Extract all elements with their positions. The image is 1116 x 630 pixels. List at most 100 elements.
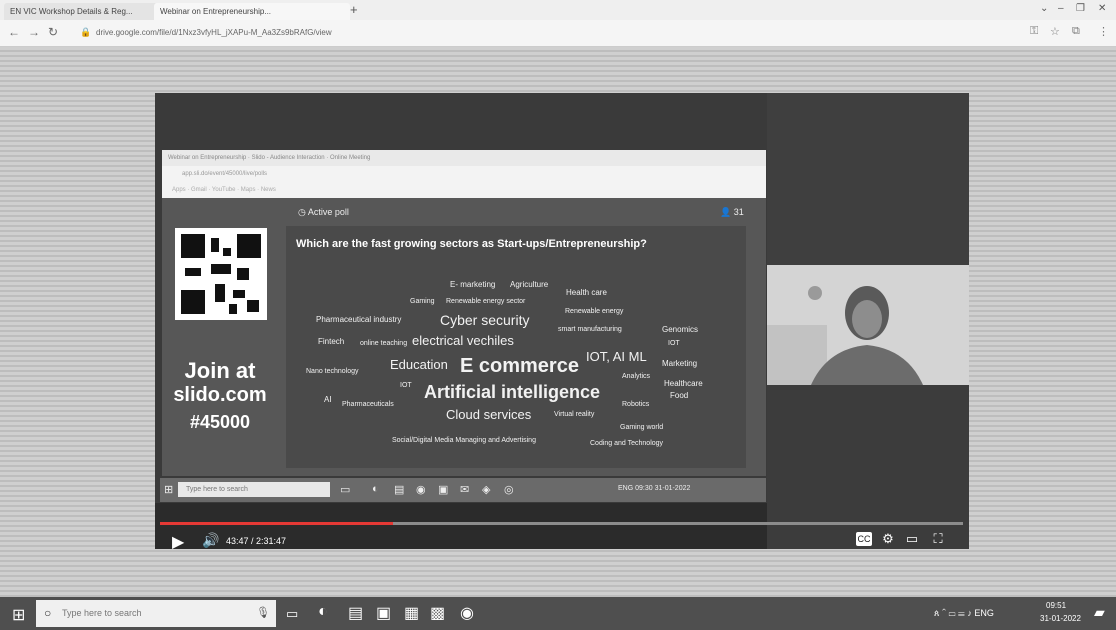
maximize-button[interactable]: ❐ [1076, 3, 1085, 14]
word-cloud-term: online teaching [360, 340, 408, 347]
qr-code [175, 228, 267, 320]
captured-address-bar: app.sli.do/event/45000/live/polls [182, 171, 268, 177]
word-cloud-term: Artificial intelligence [424, 382, 601, 402]
taskbar-search-input[interactable]: Type here to search [36, 600, 276, 627]
briefcase-icon[interactable]: ▦ [404, 603, 419, 623]
teams-icon: ◈ [482, 484, 491, 496]
reload-icon[interactable]: ↻ [48, 25, 58, 39]
menu-icon[interactable]: ⋮ [1098, 25, 1109, 38]
captured-search-box: Type here to search [178, 482, 330, 497]
word-cloud-term: Renewable energy sector [446, 298, 526, 305]
word-cloud-term: Fintech [318, 337, 345, 346]
word-cloud-term: Pharmaceuticals [342, 401, 394, 408]
join-label: Join at [184, 358, 256, 383]
windows-start-icon: ⊞ [164, 484, 174, 496]
playback-time: 43:47 / 2:31:47 [226, 536, 287, 546]
edge-icon[interactable]: ◐ [318, 603, 328, 621]
captured-tray: ENG 09:30 31-01-2022 [618, 485, 691, 492]
word-cloud-term: Health care [566, 288, 607, 297]
active-poll-label: ◷ Active poll [298, 207, 349, 217]
word-cloud-term: IOT, AI ML [586, 349, 647, 364]
windows-start-button[interactable]: ⊞ [12, 605, 25, 625]
word-cloud-term: AI [324, 395, 332, 404]
poll-card [286, 226, 746, 468]
seek-bar-progress [160, 522, 393, 525]
chrome-icon: ◉ [416, 484, 426, 496]
tab-title: Webinar on Entrepreneurship... [160, 7, 272, 16]
clock-date[interactable]: 31-01-2022 [1040, 614, 1081, 623]
people-icon[interactable]: ጰ [934, 608, 939, 618]
mail-icon: ✉ [460, 484, 470, 496]
word-cloud-term: Renewable energy [565, 308, 624, 315]
chevron-up-icon[interactable]: ⌃ [942, 608, 946, 618]
presenter-image [767, 265, 969, 385]
word-cloud-term: Food [670, 391, 689, 400]
word-cloud-term: Nano technology [306, 368, 359, 375]
captured-tab-bar: Webinar on Entrepreneurship · Slido - Au… [162, 150, 766, 166]
word-cloud-term: Robotics [622, 401, 650, 408]
word-cloud-term: Cyber security [440, 312, 530, 328]
clock-time[interactable]: 09:51 [1046, 601, 1066, 610]
lock-icon[interactable]: 🔒 [80, 27, 91, 38]
close-window-button[interactable]: ✕ [1098, 3, 1106, 14]
settings-gear-icon[interactable]: ⚙ [880, 532, 896, 546]
captions-button[interactable]: CC [856, 532, 872, 546]
word-cloud-term: Gaming world [620, 424, 664, 431]
tab-title: EN VIC Workshop Details & Reg... [10, 7, 133, 16]
browser-tab-bar: EN VIC Workshop Details & Reg... Webinar… [0, 0, 1116, 20]
word-cloud-term: Analytics [622, 373, 651, 380]
play-icon[interactable]: ▶ [172, 532, 184, 552]
fullscreen-button[interactable]: ⛶ [930, 532, 946, 546]
tab-search-icon[interactable]: ⌄ [1040, 3, 1048, 14]
word-cloud-term: Cloud services [446, 407, 532, 422]
word-cloud-term: IOT [400, 382, 412, 389]
url-field[interactable]: drive.google.com/file/d/1Nxz3vfyHL_jXAPu… [96, 26, 656, 40]
language-indicator[interactable]: ENG [974, 608, 994, 618]
word-cloud-term: Social/Digital Media Managing and Advert… [392, 437, 536, 444]
address-bar-row: ← → ↻ 🔒 drive.google.com/file/d/1Nxz3vfy… [0, 20, 1116, 47]
chrome-icon[interactable]: ◉ [460, 603, 474, 623]
word-cloud-term: Gaming [410, 298, 435, 305]
poll-question: Which are the fast growing sectors as St… [296, 238, 647, 250]
browser-tab-active[interactable]: Webinar on Entrepreneurship... [154, 3, 350, 20]
forward-icon[interactable]: → [28, 25, 40, 39]
miniplayer-button[interactable]: ▭ [904, 532, 920, 546]
speaker-icon[interactable]: ♪ [967, 608, 972, 618]
word-cloud-term: Marketing [662, 359, 698, 368]
browser-tab[interactable]: EN VIC Workshop Details & Reg... [4, 3, 158, 20]
word-cloud-term: Pharmaceutical industry [316, 315, 402, 324]
battery-icon[interactable]: ▭ [949, 608, 956, 618]
notification-icon[interactable]: ▰ [1094, 604, 1105, 621]
join-code: #45000 [189, 412, 251, 432]
store-icon[interactable]: ▣ [376, 603, 391, 623]
search-icon: ○ [44, 606, 52, 620]
camera-panel-top [767, 93, 969, 265]
task-view-icon[interactable]: ▭ [286, 606, 298, 622]
file-explorer-icon: ▤ [394, 484, 405, 496]
key-icon[interactable]: ⚿ [1030, 25, 1038, 38]
volume-icon[interactable]: 🔊 [202, 532, 219, 549]
wifi-icon[interactable]: ☰ [958, 608, 965, 618]
mail-icon[interactable]: ▤ [348, 603, 363, 623]
file-explorer-icon[interactable]: ▩ [430, 603, 445, 623]
word-cloud-term: Coding and Technology [590, 440, 664, 447]
minimize-button[interactable]: – [1058, 3, 1064, 14]
presenter-webcam [767, 265, 969, 385]
word-cloud-term: Agriculture [510, 280, 549, 289]
word-cloud-term: electrical vechiles [412, 333, 514, 348]
word-cloud-term: Healthcare [664, 379, 703, 388]
word-cloud-term: IOT [668, 340, 680, 347]
participant-count-value: 31 [733, 207, 744, 217]
app-icon: ◎ [504, 484, 514, 496]
active-poll-text: Active poll [307, 207, 349, 217]
word-cloud-term: E commerce [460, 355, 579, 377]
extensions-icon[interactable]: ⧉ [1072, 25, 1080, 38]
captured-bookmarks-bar: Apps · Gmail · YouTube · Maps · News [172, 187, 276, 193]
word-cloud-term: Virtual reality [554, 411, 595, 418]
star-icon[interactable]: ☆ [1050, 25, 1060, 38]
word-cloud-term: E- marketing [450, 280, 496, 289]
system-tray: ጰ ⌃ ▭ ☰ ♪ ENG [934, 608, 994, 619]
back-icon[interactable]: ← [8, 25, 20, 39]
new-tab-button[interactable]: + [350, 2, 358, 17]
microphone-icon[interactable]: 🎙 [256, 606, 270, 619]
